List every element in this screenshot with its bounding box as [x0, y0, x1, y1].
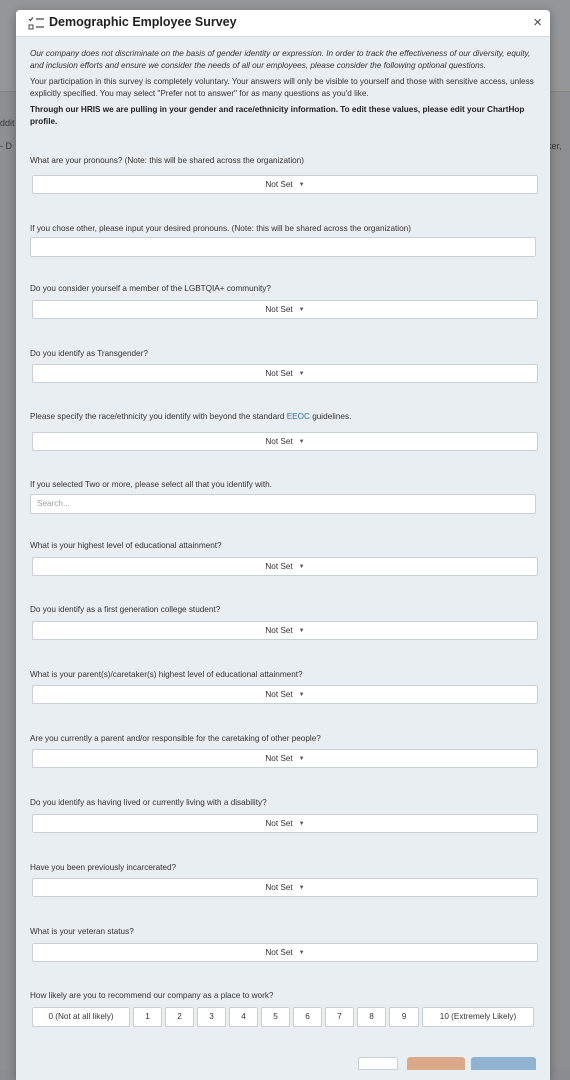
parent-education-select[interactable]: Not Set ▼ — [32, 685, 538, 704]
modal-header: Demographic Employee Survey × — [16, 10, 550, 37]
question-label: How likely are you to recommend our comp… — [30, 991, 274, 1000]
footer-button-tertiary[interactable] — [358, 1057, 398, 1070]
question-label: Do you identify as Transgender? — [30, 349, 148, 358]
scale-option-9[interactable]: 9 — [389, 1007, 419, 1027]
question-lgbtqia: Do you consider yourself a member of the… — [30, 283, 540, 319]
question-label: If you chose other, please input your de… — [30, 224, 411, 233]
scale-option-4[interactable]: 4 — [229, 1007, 258, 1027]
chevron-down-icon: ▼ — [298, 628, 305, 634]
scale-option-6[interactable]: 6 — [293, 1007, 322, 1027]
footer-button-secondary[interactable] — [407, 1057, 465, 1070]
question-incarcerated: Have you been previously incarcerated? N… — [30, 862, 540, 897]
question-pronouns-other: If you chose other, please input your de… — [30, 223, 540, 257]
question-label: Do you identify as a first generation co… — [30, 605, 221, 614]
modal-title: Demographic Employee Survey — [49, 15, 237, 29]
question-recommend: How likely are you to recommend our comp… — [30, 990, 540, 1027]
question-education: What is your highest level of educationa… — [30, 540, 540, 576]
question-label: What is your highest level of educationa… — [30, 541, 222, 550]
scale-option-1[interactable]: 1 — [133, 1007, 162, 1027]
question-label: Have you been previously incarcerated? — [30, 863, 177, 872]
question-first-gen: Do you identify as a first generation co… — [30, 604, 540, 640]
question-label: Are you currently a parent and/or respon… — [30, 734, 321, 743]
question-veteran: What is your veteran status? Not Set ▼ — [30, 926, 540, 962]
eeoc-link[interactable]: EEOC — [287, 412, 310, 421]
chevron-down-icon: ▼ — [298, 885, 305, 891]
pronouns-other-input[interactable] — [30, 237, 536, 257]
chevron-down-icon: ▼ — [298, 692, 305, 698]
question-label: Do you consider yourself a member of the… — [30, 284, 271, 293]
chevron-down-icon: ▼ — [298, 182, 305, 188]
disability-select[interactable]: Not Set ▼ — [32, 814, 538, 833]
race-select[interactable]: Not Set ▼ — [32, 432, 538, 451]
question-disability: Do you identify as having lived or curre… — [30, 797, 540, 833]
chevron-down-icon: ▼ — [298, 821, 305, 827]
question-parent-education: What is your parent(s)/caretaker(s) high… — [30, 669, 540, 704]
question-label: What is your veteran status? — [30, 927, 134, 936]
first-gen-select[interactable]: Not Set ▼ — [32, 621, 538, 640]
pronouns-select[interactable]: Not Set ▼ — [32, 175, 538, 194]
survey-intro: Our company does not discriminate on the… — [30, 48, 536, 132]
question-transgender: Do you identify as Transgender? Not Set ▼ — [30, 348, 540, 383]
caretaker-select[interactable]: Not Set ▼ — [32, 749, 538, 768]
transgender-select[interactable]: Not Set ▼ — [32, 364, 538, 383]
question-label: Do you identify as having lived or curre… — [30, 798, 267, 807]
intro-paragraph: Our company does not discriminate on the… — [30, 49, 531, 70]
scale-option-8[interactable]: 8 — [357, 1007, 386, 1027]
lgbtqia-select[interactable]: Not Set ▼ — [32, 300, 538, 319]
question-label: What is your parent(s)/caretaker(s) high… — [30, 670, 303, 679]
incarcerated-select[interactable]: Not Set ▼ — [32, 878, 538, 897]
question-race: Please specify the race/ethnicity you id… — [30, 411, 540, 451]
chevron-down-icon: ▼ — [298, 371, 305, 377]
ethnicity-search-input[interactable]: Search... — [30, 494, 536, 514]
scale-option-10[interactable]: 10 (Extremely Likely) — [422, 1007, 534, 1027]
close-button[interactable]: × — [533, 14, 542, 32]
chevron-down-icon: ▼ — [298, 564, 305, 570]
scale-option-5[interactable]: 5 — [261, 1007, 290, 1027]
intro-paragraph: Through our HRIS we are pulling in your … — [30, 105, 525, 126]
question-label: Please specify the race/ethnicity you id… — [30, 412, 352, 421]
scale-option-2[interactable]: 2 — [165, 1007, 194, 1027]
chevron-down-icon: ▼ — [298, 439, 305, 445]
chevron-down-icon: ▼ — [298, 756, 305, 762]
question-label: If you selected Two or more, please sele… — [30, 480, 272, 489]
question-label: What are your pronouns? (Note: this will… — [30, 156, 304, 165]
scale-option-3[interactable]: 3 — [197, 1007, 226, 1027]
question-pronouns: What are your pronouns? (Note: this will… — [30, 155, 540, 194]
question-two-or-more: If you selected Two or more, please sele… — [30, 479, 540, 514]
question-caretaker: Are you currently a parent and/or respon… — [30, 733, 540, 768]
intro-paragraph: Your participation in this survey is com… — [30, 77, 534, 98]
chevron-down-icon: ▼ — [298, 307, 305, 313]
chevron-down-icon: ▼ — [298, 950, 305, 956]
footer-button-primary[interactable] — [471, 1057, 536, 1070]
veteran-select[interactable]: Not Set ▼ — [32, 943, 538, 962]
checklist-icon — [28, 17, 44, 30]
education-select[interactable]: Not Set ▼ — [32, 557, 538, 576]
scale-option-0[interactable]: 0 (Not at all likely) — [32, 1007, 130, 1027]
scale-option-7[interactable]: 7 — [325, 1007, 354, 1027]
